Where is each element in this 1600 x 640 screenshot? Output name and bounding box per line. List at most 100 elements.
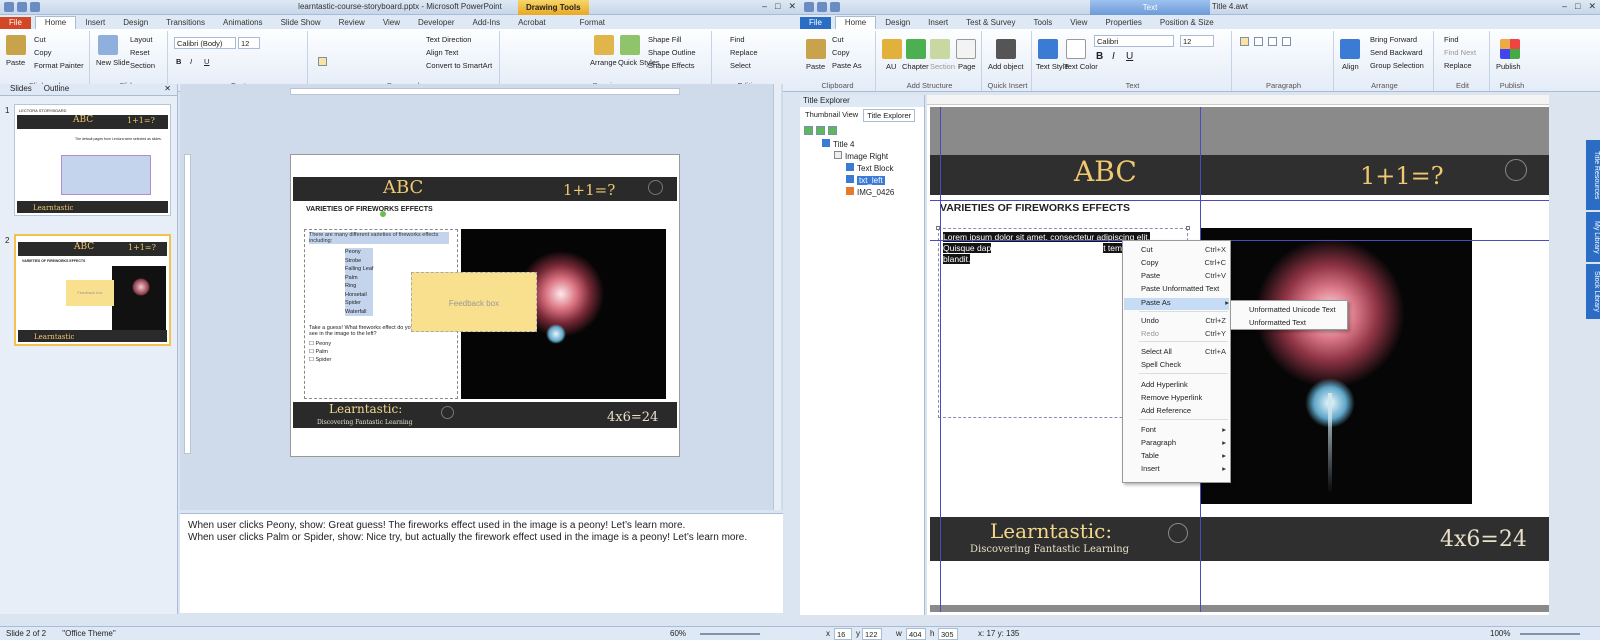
minimize-icon[interactable]: – (762, 1, 767, 12)
title-resources-tab[interactable]: Title Resources (1586, 140, 1600, 210)
maximize-icon[interactable]: □ (1575, 1, 1580, 12)
page-button[interactable]: Page (958, 62, 976, 71)
tab-format[interactable]: Format (571, 17, 614, 29)
zoom-slider[interactable] (700, 633, 760, 635)
notes-pane[interactable]: When user clicks Peony, show: Great gues… (180, 513, 783, 613)
align-left-icon[interactable] (318, 57, 327, 66)
paste-button[interactable]: Paste (806, 62, 825, 71)
au-button[interactable]: AU (886, 62, 896, 71)
tab-home[interactable]: Home (34, 16, 77, 29)
layout-button[interactable]: Layout (130, 35, 153, 44)
tab-insert[interactable]: Insert (76, 17, 114, 29)
italic-button[interactable]: I (190, 57, 192, 66)
menu-item-add-hyperlink[interactable]: Add Hyperlink (1141, 380, 1226, 392)
guide-line[interactable] (940, 107, 941, 612)
close-icon[interactable]: ✕ (1588, 1, 1596, 12)
tab-position-size[interactable]: Position & Size (1151, 17, 1223, 29)
chapter-button[interactable]: Chapter (902, 62, 929, 71)
tab-slide-show[interactable]: Slide Show (272, 17, 330, 29)
zoom-level[interactable]: 100% (1490, 629, 1510, 638)
menu-item-unformatted-text[interactable]: Unformatted Text (1249, 318, 1343, 330)
tree-item-page[interactable]: Image Right (834, 151, 888, 161)
copy-button[interactable]: Copy (34, 48, 52, 57)
chapter-icon[interactable] (906, 39, 926, 59)
tree-item-image[interactable]: IMG_0426 (846, 187, 894, 197)
page-icon[interactable] (956, 39, 976, 59)
add-icon[interactable] (804, 126, 813, 135)
menu-item-paste-unformatted-text[interactable]: Paste Unformatted Text (1141, 284, 1226, 296)
tab-view[interactable]: View (1061, 17, 1096, 29)
font-size-select[interactable]: 12 (1180, 35, 1214, 47)
option-spider[interactable]: ☐ Spider (309, 356, 331, 364)
tab-insert[interactable]: Insert (919, 17, 957, 29)
tab-animations[interactable]: Animations (214, 17, 272, 29)
add-object-button[interactable]: Add object (988, 62, 1023, 71)
slide-thumbnail-2[interactable]: ABC 1+1=? VARIETIES OF FIREWORKS EFFECTS… (14, 234, 171, 346)
align-center-icon[interactable] (1254, 37, 1263, 46)
replace-button[interactable]: Replace (730, 48, 758, 57)
menu-item-remove-hyperlink[interactable]: Remove Hyperlink (1141, 393, 1226, 405)
font-name-select[interactable]: Calibri (1094, 35, 1174, 47)
menu-item-spell-check[interactable]: Spell Check (1141, 360, 1226, 372)
tree-item-txt-left[interactable]: txt_left (846, 175, 885, 185)
align-icon[interactable] (1340, 39, 1360, 59)
tab-transitions[interactable]: Transitions (157, 17, 214, 29)
tab-acrobat[interactable]: Acrobat (509, 17, 555, 29)
zoom-slider[interactable] (1520, 633, 1580, 635)
tab-outline[interactable]: Outline (44, 84, 69, 95)
menu-item-cut[interactable]: Cut Ctrl+X (1141, 245, 1226, 257)
tab-thumbnail-view[interactable]: Thumbnail View (802, 109, 861, 122)
menu-item-paragraph[interactable]: Paragraph ▸ (1141, 438, 1226, 450)
menu-item-insert[interactable]: Insert ▸ (1141, 464, 1226, 476)
publish-icon[interactable] (1500, 39, 1520, 59)
align-button[interactable]: Align (1342, 62, 1359, 71)
paste-icon[interactable] (806, 39, 826, 59)
tree-item-text-block[interactable]: Text Block (846, 163, 893, 173)
resize-handle[interactable] (1186, 226, 1190, 230)
add-icon[interactable] (828, 126, 837, 135)
feedback-box[interactable]: Feedback box (411, 272, 537, 332)
new-slide-icon[interactable] (98, 35, 118, 55)
menu-item-font[interactable]: Font ▸ (1141, 425, 1226, 437)
tab-title-explorer[interactable]: Title Explorer (863, 109, 916, 122)
slide-thumbnail-1[interactable]: LECTORA STORYBOARD ABC 1+1=? The default… (14, 104, 171, 216)
justify-icon[interactable] (1282, 37, 1291, 46)
tab-file[interactable]: File (800, 17, 831, 29)
menu-item-table[interactable]: Table ▸ (1141, 451, 1226, 463)
align-left-icon[interactable] (1240, 37, 1249, 46)
section-button[interactable]: Section (130, 61, 155, 70)
menu-item-undo[interactable]: Undo Ctrl+Z (1141, 316, 1226, 328)
group-selection-button[interactable]: Group Selection (1370, 61, 1424, 70)
tab-test-survey[interactable]: Test & Survey (957, 17, 1024, 29)
my-library-tab[interactable]: My Library (1586, 212, 1600, 262)
minimize-icon[interactable]: – (1562, 1, 1567, 12)
format-painter-button[interactable]: Format Painter (34, 61, 84, 70)
tab-file[interactable]: File (0, 17, 31, 29)
text-color-button[interactable]: Text Color (1064, 62, 1098, 71)
font-name-select[interactable]: Calibri (Body) (174, 37, 236, 49)
rotation-handle[interactable] (380, 211, 386, 217)
au-icon[interactable] (882, 39, 902, 59)
x-field[interactable]: 16 (834, 628, 852, 640)
shape-outline-button[interactable]: Shape Outline (648, 48, 696, 57)
add-object-icon[interactable] (996, 39, 1016, 59)
paste-as-button[interactable]: Paste As (832, 61, 862, 70)
maximize-icon[interactable]: □ (775, 1, 780, 12)
menu-item-unformatted-unicode[interactable]: Unformatted Unicode Text (1249, 305, 1343, 317)
shape-effects-button[interactable]: Shape Effects (648, 61, 695, 70)
arrange-icon[interactable] (594, 35, 614, 55)
find-button[interactable]: Find (1444, 35, 1459, 44)
y-field[interactable]: 122 (862, 628, 882, 640)
stock-library-tab[interactable]: Stock Library (1586, 264, 1600, 319)
vertical-scrollbar[interactable] (773, 84, 781, 510)
tab-properties[interactable]: Properties (1096, 17, 1150, 29)
width-field[interactable]: 404 (906, 628, 926, 640)
tab-design[interactable]: Design (114, 17, 157, 29)
bold-button[interactable]: B (176, 57, 181, 66)
tab-add-ins[interactable]: Add-Ins (464, 17, 510, 29)
underline-button[interactable]: U (204, 57, 209, 66)
menu-item-copy[interactable]: Copy Ctrl+C (1141, 258, 1226, 270)
option-peony[interactable]: ☐ Peony (309, 340, 331, 348)
menu-item-add-reference[interactable]: Add Reference (1141, 406, 1226, 418)
tab-tools[interactable]: Tools (1025, 17, 1062, 29)
